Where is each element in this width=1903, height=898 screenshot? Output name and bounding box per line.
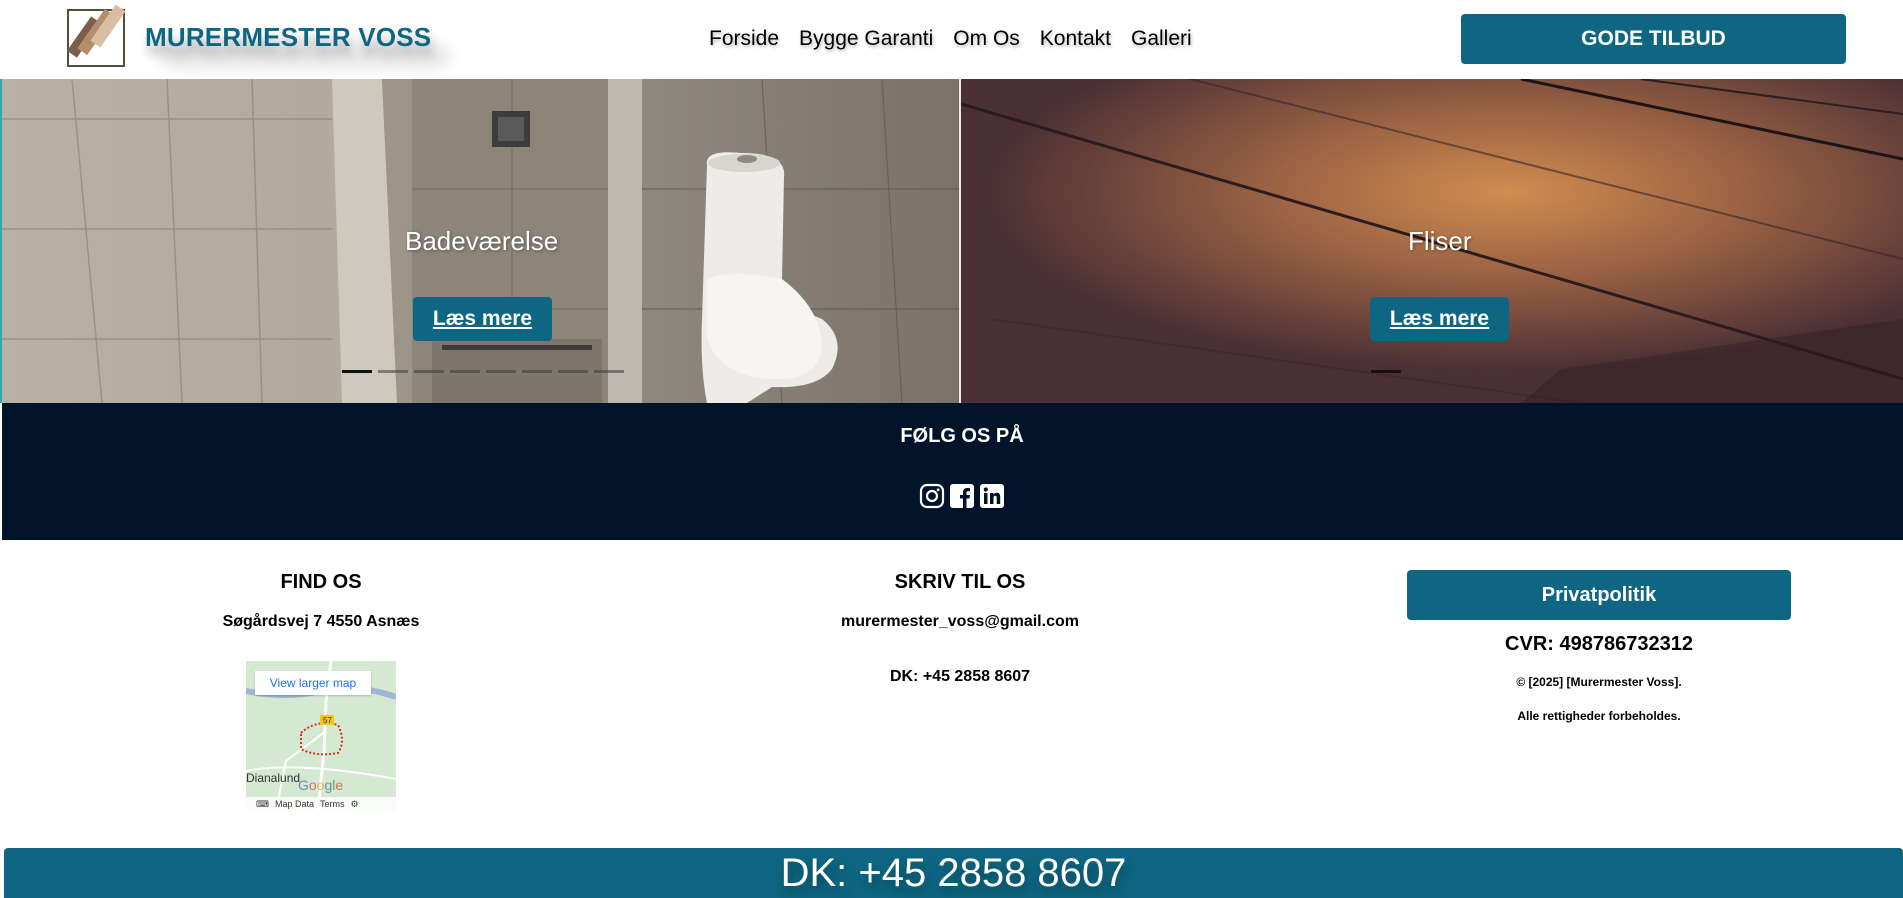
slide-fliser: Fliser Læs mere	[961, 79, 1903, 403]
sticky-phone-bar: DK: +45 2858 8607	[4, 848, 1903, 898]
follow-title: FØLG OS PÅ	[900, 425, 1024, 447]
map-place-label: Dianalund	[246, 771, 301, 785]
nav-forside[interactable]: Forside	[709, 27, 779, 51]
slider-dot[interactable]	[378, 370, 408, 373]
gode-tilbud-button[interactable]: GODE TILBUD	[1461, 14, 1846, 64]
email-link[interactable]: murermester_voss@gmail.com	[780, 613, 1140, 631]
phone-text[interactable]: DK: +45 2858 8607	[810, 668, 1110, 686]
slide-title: Fliser	[1408, 226, 1472, 256]
slider-dot[interactable]	[486, 370, 516, 373]
slide-badevaerelse: Badeværelse Læs mere	[0, 79, 959, 403]
slider-dot[interactable]	[1479, 370, 1509, 373]
skriv-til-os-title: SKRIV TIL OS	[894, 571, 1026, 593]
main-nav: Forside Bygge Garanti Om Os Kontakt Gall…	[709, 27, 1192, 51]
copyright-text: © [2025] [Murermester Voss].	[1516, 675, 1682, 689]
slider-dot[interactable]	[522, 370, 552, 373]
follow-section: FØLG OS PÅ	[0, 403, 1903, 540]
google-logo: Google	[298, 777, 344, 793]
slider-dot[interactable]	[1443, 370, 1473, 373]
keyboard-icon[interactable]: ⌨	[256, 799, 269, 810]
slider-dot[interactable]	[414, 370, 444, 373]
privacy-button[interactable]: Privatpolitik	[1407, 570, 1791, 620]
embedded-map[interactable]: View larger map 57 Dianalund Google ⌨ Ma…	[246, 661, 396, 811]
map-footer: ⌨ Map Data Terms ⚙	[246, 797, 396, 811]
cvr-text: CVR: 498786732312	[1505, 633, 1693, 655]
map-road-label: 57	[323, 716, 332, 725]
social-icons	[919, 483, 1005, 509]
brand-name[interactable]: MURERMESTER VOSS	[145, 22, 431, 53]
slider-dots	[342, 370, 624, 373]
slider-dot[interactable]	[1371, 370, 1401, 373]
site-header: MURERMESTER VOSS Forside Bygge Garanti O…	[0, 0, 1903, 79]
view-larger-map-link[interactable]: View larger map	[255, 671, 371, 695]
rights-text: Alle rettigheder forbeholdes.	[1517, 709, 1681, 723]
find-os-title: FIND OS	[280, 571, 362, 593]
slider-dot[interactable]	[594, 370, 624, 373]
slide-title: Badeværelse	[405, 226, 559, 256]
settings-icon[interactable]: ⚙	[351, 799, 359, 810]
slider-dots	[1371, 370, 1509, 373]
facebook-icon[interactable]	[949, 483, 975, 509]
slider-dot[interactable]	[1407, 370, 1437, 373]
map-data-link[interactable]: Map Data	[275, 799, 314, 809]
read-more-button[interactable]: Læs mere	[413, 297, 552, 341]
slider-dot[interactable]	[342, 370, 372, 373]
slider-dot[interactable]	[450, 370, 480, 373]
logo-icon[interactable]	[66, 2, 132, 68]
instagram-icon[interactable]	[919, 483, 945, 509]
linkedin-icon[interactable]	[979, 483, 1005, 509]
read-more-button[interactable]: Læs mere	[1370, 297, 1509, 341]
phone-bar-number[interactable]: DK: +45 2858 8607	[781, 851, 1127, 896]
nav-kontakt[interactable]: Kontakt	[1040, 27, 1111, 51]
nav-om-os[interactable]: Om Os	[953, 27, 1020, 51]
nav-galleri[interactable]: Galleri	[1131, 27, 1192, 51]
address-text: Søgårdsvej 7 4550 Asnæs	[222, 613, 420, 630]
slider-dot[interactable]	[558, 370, 588, 373]
map-terms-link[interactable]: Terms	[320, 799, 345, 809]
nav-bygge-garanti[interactable]: Bygge Garanti	[799, 27, 933, 51]
